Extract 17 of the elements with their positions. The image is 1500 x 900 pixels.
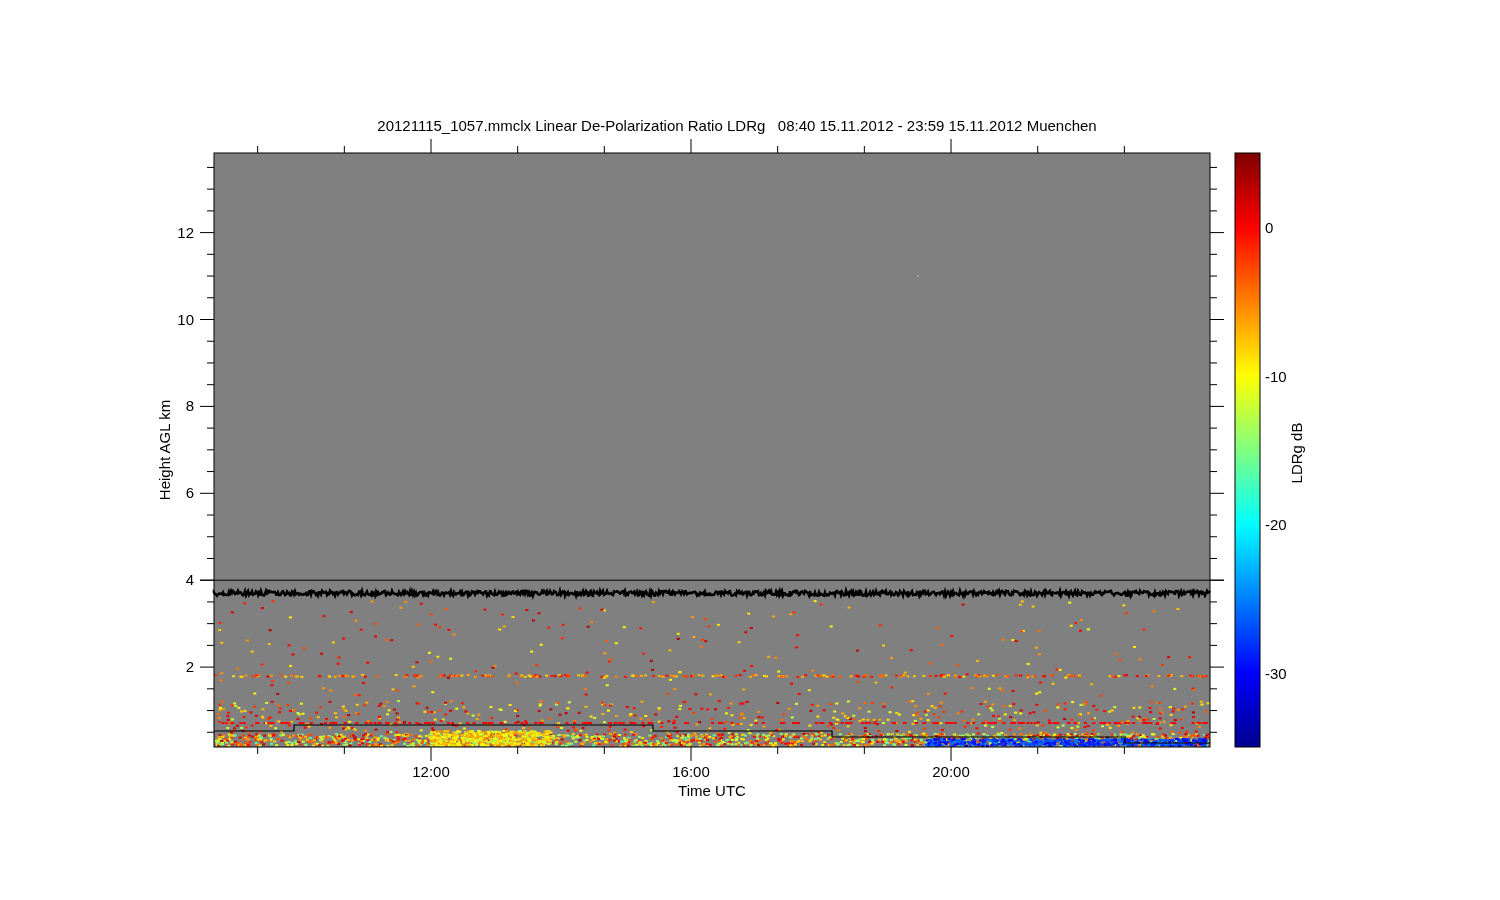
tick-label: -30: [1265, 665, 1287, 683]
chart-title: 20121115_1057.mmclx Linear De-Polarization Ratio LDRg 08:40 15.11.2012 - 23:59 15.11.2012 Muenchen: [377, 117, 1097, 134]
x-axis-label: Time UTC: [678, 782, 746, 799]
tick-label: 6: [185, 484, 194, 502]
tick-label: 10: [177, 310, 194, 328]
colorbar-label: LDRg dB: [1288, 422, 1305, 484]
tick-label: 8: [185, 397, 194, 415]
tick-label: 20:00: [932, 763, 970, 780]
tick-label: -10: [1265, 367, 1287, 385]
y-axis-label: Height AGL km: [156, 399, 173, 501]
tick-label: 12:00: [412, 763, 450, 780]
tick-label: 4: [185, 571, 194, 589]
tick-label: 2: [185, 658, 194, 676]
tick-label: 0: [1265, 219, 1274, 236]
tick-label: 16:00: [672, 763, 710, 780]
tick-label: 12: [177, 223, 194, 241]
tick-label: -20: [1265, 516, 1287, 534]
